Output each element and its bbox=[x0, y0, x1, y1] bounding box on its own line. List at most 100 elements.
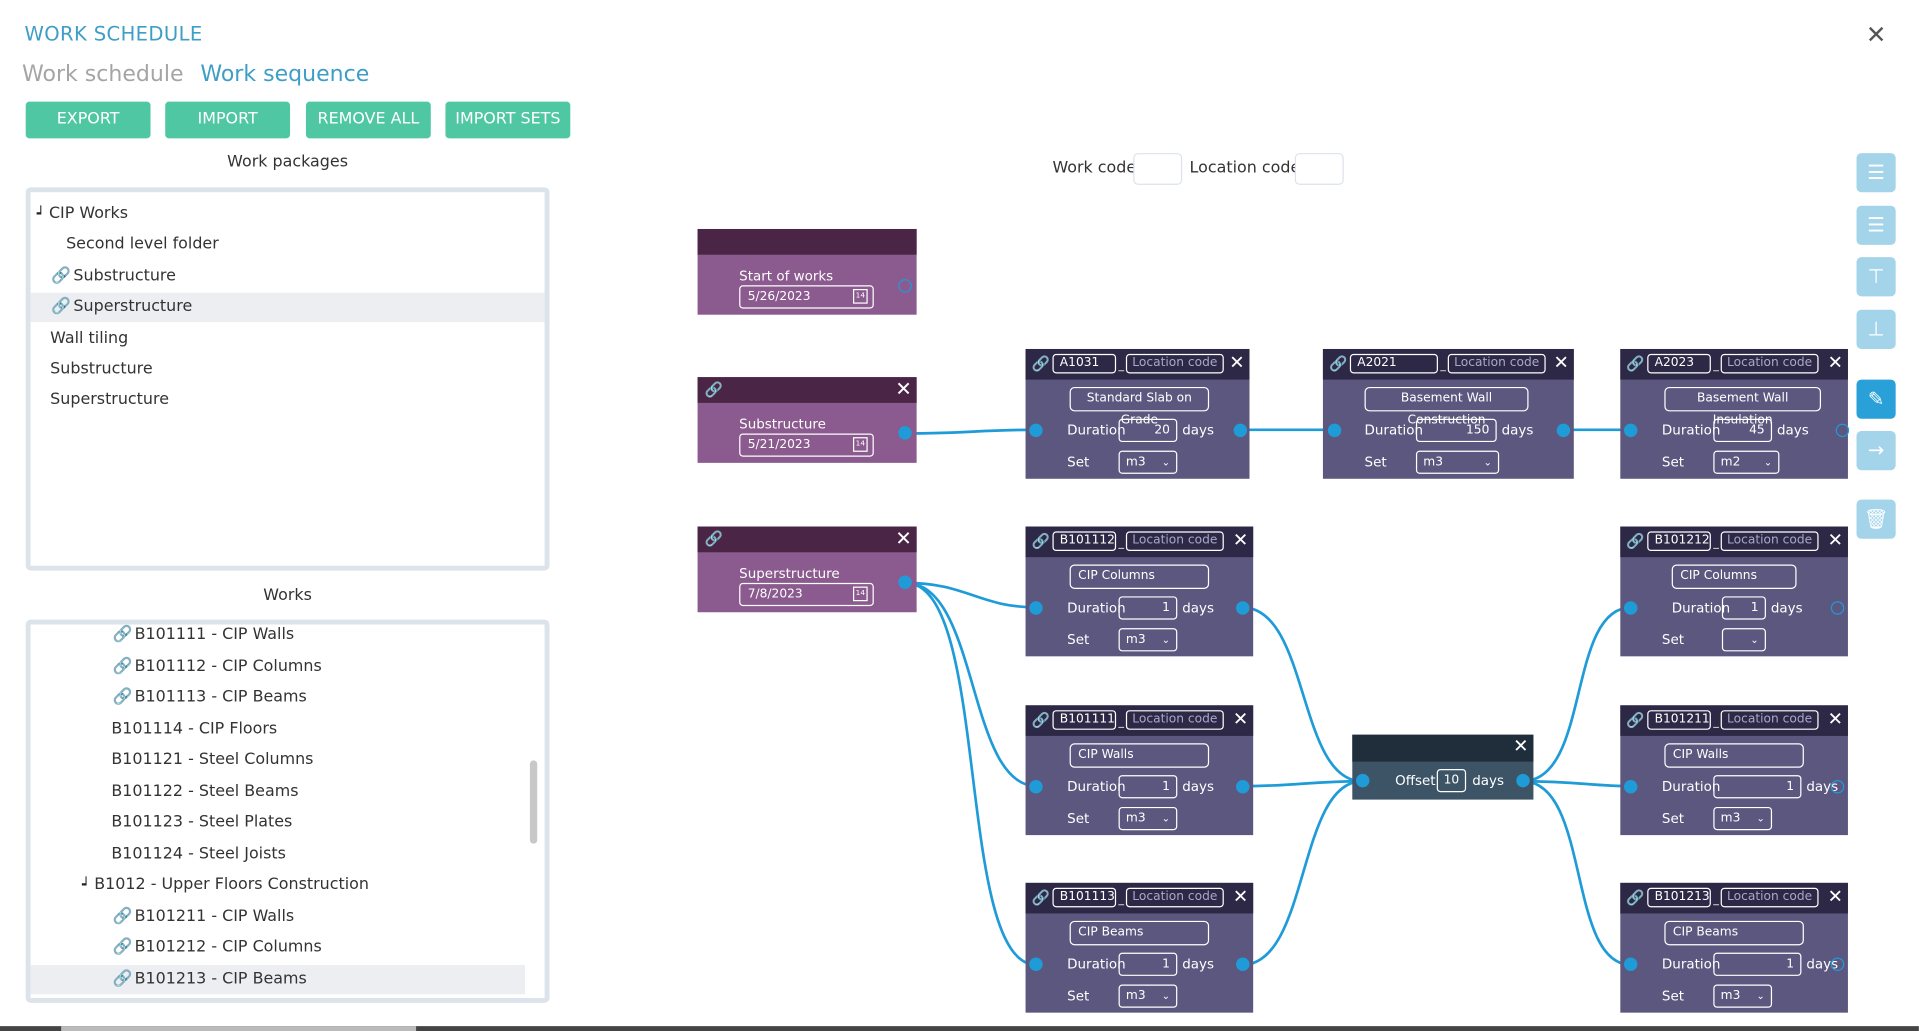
location-code-field[interactable]: Location code bbox=[1447, 353, 1546, 374]
align-right-icon[interactable]: ☰ bbox=[1856, 205, 1896, 245]
calendar-icon[interactable]: 14 bbox=[852, 586, 868, 602]
node-header[interactable]: 🔗 A2021 _ Location code ✕ bbox=[1322, 348, 1574, 380]
work-node[interactable]: 🔗 B101113 _ Location code ✕ CIP Beams Durati… bbox=[1025, 882, 1254, 1013]
calendar-icon[interactable]: 14 bbox=[852, 437, 868, 452]
node-header[interactable]: ✕ bbox=[1352, 734, 1534, 762]
work-code-field[interactable]: B101211 bbox=[1647, 710, 1711, 730]
set-select[interactable]: ⌄ bbox=[1721, 628, 1766, 652]
close-icon[interactable]: ✕ bbox=[1233, 708, 1248, 730]
set-select[interactable]: m3 ⌄ bbox=[1118, 450, 1178, 474]
input-port[interactable] bbox=[1327, 423, 1342, 438]
work-code-field[interactable]: B101213 bbox=[1647, 887, 1711, 908]
set-select[interactable]: m3 ⌄ bbox=[1118, 806, 1178, 831]
work-node[interactable]: 🔗 A1031 _ Location code ✕ Standard Slab on G… bbox=[1025, 348, 1250, 479]
work-name-field[interactable]: Basement Wall Construction bbox=[1364, 386, 1529, 427]
date-input[interactable]: 5/21/2023 14 bbox=[739, 433, 874, 457]
output-port[interactable] bbox=[898, 575, 912, 589]
work-name-field[interactable]: CIP Walls bbox=[1069, 743, 1210, 768]
duration-input[interactable]: 150 bbox=[1415, 418, 1497, 443]
input-port[interactable] bbox=[1623, 957, 1638, 972]
output-port[interactable] bbox=[1516, 773, 1530, 788]
close-icon[interactable]: ✕ bbox=[1554, 351, 1569, 373]
work-code-field[interactable]: A2021 bbox=[1349, 353, 1438, 374]
node-header[interactable]: 🔗 A1031 _ Location code ✕ bbox=[1025, 348, 1250, 380]
output-port[interactable] bbox=[1835, 423, 1850, 438]
output-port[interactable] bbox=[898, 279, 912, 293]
duration-input[interactable]: 1 bbox=[1721, 596, 1766, 620]
close-icon[interactable]: ✕ bbox=[1828, 351, 1843, 373]
date-input[interactable]: 5/26/2023 14 bbox=[739, 285, 874, 309]
work-node[interactable]: 🔗 B101211 _ Location code ✕ CIP Walls Durati… bbox=[1620, 705, 1848, 836]
node-header[interactable] bbox=[697, 228, 917, 255]
location-code-field[interactable]: Location code bbox=[1720, 710, 1819, 730]
node-header[interactable]: 🔗 A2023 _ Location code ✕ bbox=[1620, 348, 1848, 380]
start-node[interactable]: 🔗 ✕ Substructure 5/21/2023 14 bbox=[697, 377, 917, 463]
output-port[interactable] bbox=[1830, 957, 1845, 972]
node-header[interactable]: 🔗 ✕ bbox=[697, 377, 917, 403]
close-icon[interactable]: ✕ bbox=[1513, 735, 1528, 757]
location-code-field[interactable]: Location code bbox=[1125, 353, 1224, 374]
work-node[interactable]: 🔗 B101212 _ Location code ✕ CIP Columns Dura… bbox=[1620, 526, 1848, 657]
output-port[interactable] bbox=[1236, 957, 1250, 972]
bottom-scrollbar[interactable] bbox=[61, 1026, 417, 1031]
input-port[interactable] bbox=[1623, 780, 1638, 794]
location-code-field[interactable]: Location code bbox=[1125, 531, 1224, 552]
set-select[interactable]: m3 ⌄ bbox=[1713, 984, 1773, 1008]
output-port[interactable] bbox=[1233, 423, 1248, 438]
trash-icon[interactable]: 🗑 bbox=[1856, 499, 1896, 539]
work-name-field[interactable]: Basement Wall Insulation bbox=[1664, 386, 1822, 427]
work-node[interactable]: 🔗 B101111 _ Location code ✕ CIP Walls Durati… bbox=[1025, 705, 1254, 836]
location-code-field[interactable]: Location code bbox=[1125, 710, 1224, 730]
work-code-field[interactable]: A1031 bbox=[1052, 353, 1117, 374]
work-node[interactable]: 🔗 A2021 _ Location code ✕ Basement Wall Cons… bbox=[1322, 348, 1574, 479]
set-select[interactable]: m3 ⌄ bbox=[1415, 450, 1500, 474]
close-icon[interactable]: ✕ bbox=[1229, 351, 1244, 373]
input-port[interactable] bbox=[1029, 423, 1043, 438]
work-code-field[interactable]: B101212 bbox=[1647, 531, 1711, 552]
duration-input[interactable]: 20 bbox=[1118, 418, 1178, 443]
arrow-right-icon[interactable]: → bbox=[1856, 431, 1896, 471]
work-name-field[interactable]: CIP Columns bbox=[1671, 564, 1797, 589]
node-header[interactable]: 🔗 B101212 _ Location code ✕ bbox=[1620, 526, 1848, 558]
duration-input[interactable]: 1 bbox=[1118, 596, 1178, 620]
duration-input[interactable]: 1 bbox=[1118, 952, 1178, 976]
node-header[interactable]: 🔗 ✕ bbox=[697, 526, 917, 553]
output-port[interactable] bbox=[1830, 780, 1845, 794]
node-header[interactable]: 🔗 B101113 _ Location code ✕ bbox=[1025, 882, 1254, 914]
input-port[interactable] bbox=[1623, 423, 1638, 438]
node-header[interactable]: 🔗 B101111 _ Location code ✕ bbox=[1025, 705, 1254, 736]
location-code-field[interactable]: Location code bbox=[1720, 353, 1819, 374]
close-icon[interactable]: ✕ bbox=[1828, 708, 1843, 730]
work-name-field[interactable]: Standard Slab on Grade bbox=[1069, 386, 1210, 427]
calendar-icon[interactable]: 14 bbox=[852, 288, 868, 304]
work-name-field[interactable]: CIP Walls bbox=[1664, 743, 1804, 768]
work-name-field[interactable]: CIP Beams bbox=[1069, 920, 1210, 946]
start-node[interactable]: 🔗 ✕ Superstructure 7/8/2023 14 bbox=[697, 526, 917, 613]
set-select[interactable]: m2 ⌄ bbox=[1713, 450, 1780, 474]
set-select[interactable]: m3 ⌄ bbox=[1118, 984, 1178, 1008]
location-code-field[interactable]: Location code bbox=[1125, 887, 1224, 908]
location-code-field[interactable]: Location code bbox=[1720, 531, 1819, 552]
input-port[interactable] bbox=[1029, 601, 1043, 615]
node-header[interactable]: 🔗 B101213 _ Location code ✕ bbox=[1620, 882, 1848, 914]
close-icon[interactable]: ✕ bbox=[895, 527, 911, 550]
input-port[interactable] bbox=[1029, 957, 1043, 972]
close-icon[interactable]: ✕ bbox=[1233, 885, 1248, 907]
work-node[interactable]: 🔗 B101213 _ Location code ✕ CIP Beams Durati… bbox=[1620, 882, 1848, 1013]
align-top-icon[interactable]: ⊤ bbox=[1856, 257, 1896, 297]
close-icon[interactable]: ✕ bbox=[895, 377, 911, 400]
work-name-field[interactable]: CIP Beams bbox=[1664, 920, 1804, 946]
output-port[interactable] bbox=[898, 426, 912, 440]
edit-icon[interactable]: ✎ bbox=[1856, 379, 1896, 419]
duration-input[interactable]: 45 bbox=[1713, 418, 1773, 443]
output-port[interactable] bbox=[1236, 780, 1250, 794]
work-code-field[interactable]: B101111 bbox=[1052, 710, 1117, 730]
work-name-field[interactable]: CIP Columns bbox=[1069, 564, 1210, 589]
work-node[interactable]: 🔗 A2023 _ Location code ✕ Basement Wall Insu… bbox=[1620, 348, 1848, 479]
close-icon[interactable]: ✕ bbox=[1828, 529, 1843, 551]
input-port[interactable] bbox=[1029, 780, 1043, 794]
input-port[interactable] bbox=[1623, 601, 1638, 615]
output-port[interactable] bbox=[1556, 423, 1571, 438]
work-code-field[interactable]: B101112 bbox=[1052, 531, 1117, 552]
duration-input[interactable]: 1 bbox=[1713, 952, 1802, 976]
